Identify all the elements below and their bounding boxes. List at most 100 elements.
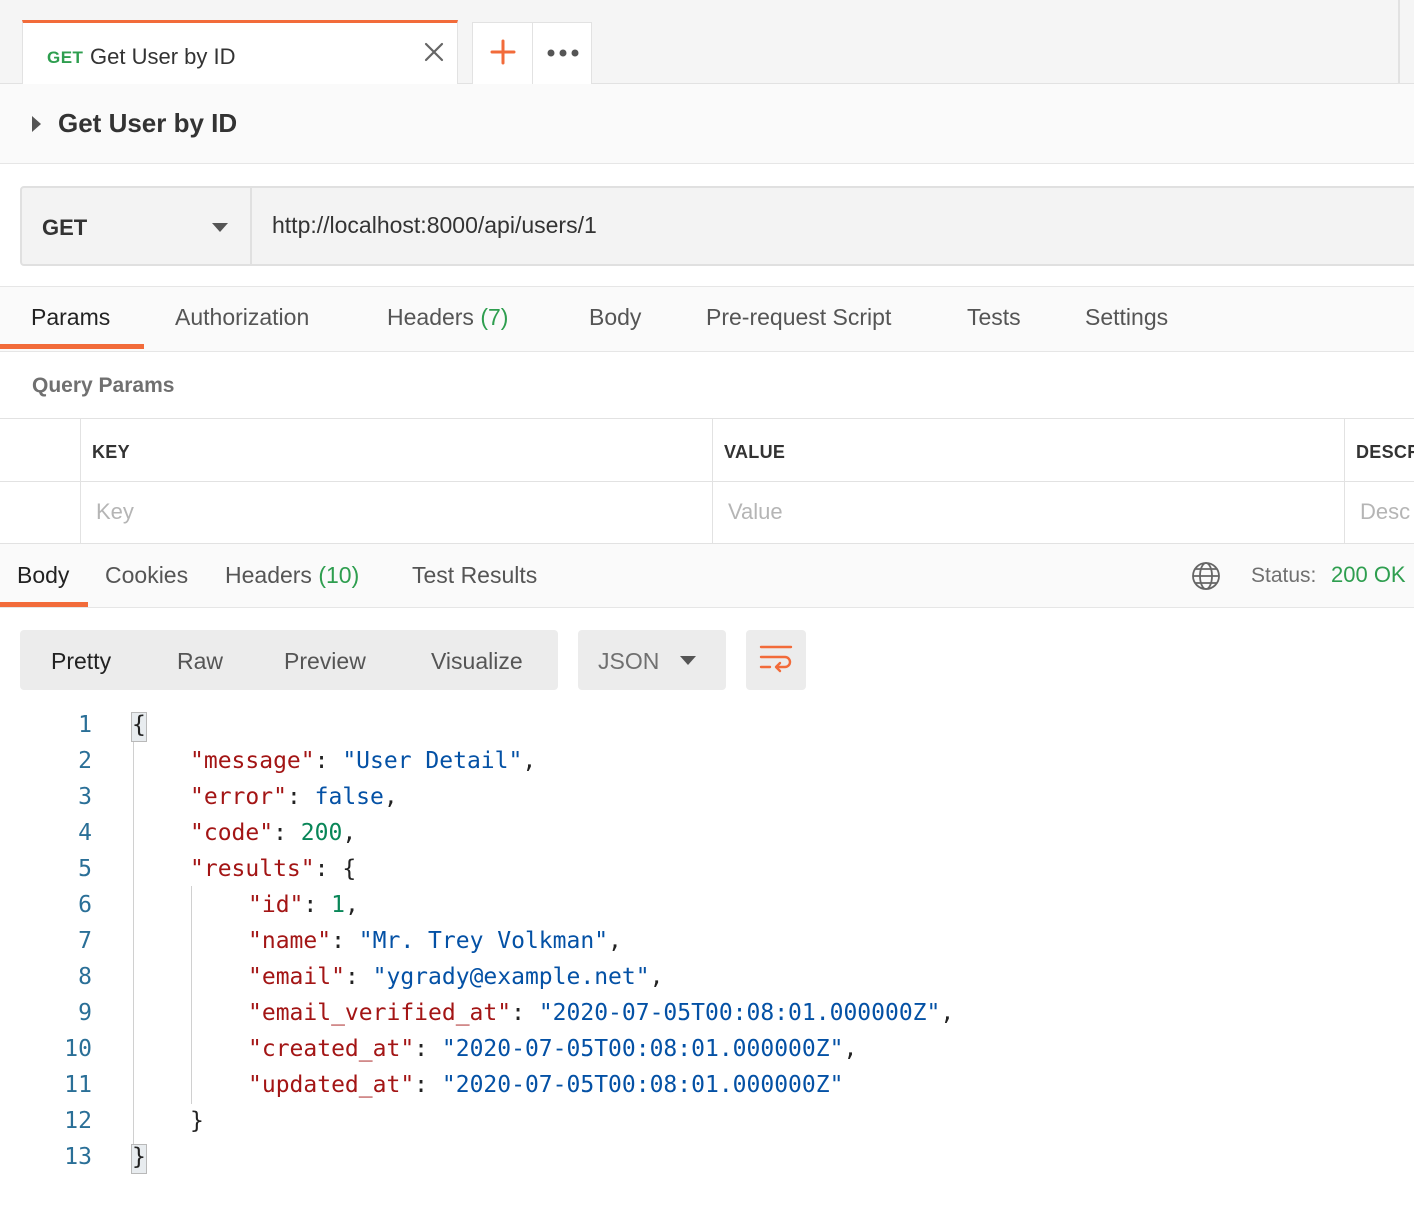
code-token: : { (314, 856, 357, 882)
tab-authorization[interactable]: Authorization (175, 304, 309, 331)
view-pretty-button[interactable]: Pretty (51, 648, 111, 675)
request-tab[interactable]: GET Get User by ID (22, 20, 458, 84)
code-token: : (331, 928, 359, 954)
line-number: 7 (78, 928, 92, 954)
code-line: "results": { (190, 856, 356, 882)
code-token: "updated_at" (248, 1072, 415, 1098)
wrap-lines-button[interactable] (746, 630, 806, 690)
status-value[interactable]: 200 OK (1331, 562, 1406, 588)
code-line: "created_at": "2020-07-05T00:08:01.00000… (248, 1036, 857, 1062)
tab-label: Headers (387, 304, 474, 330)
response-tab-test-results[interactable]: Test Results (412, 562, 537, 589)
tab-label: Settings (1085, 304, 1169, 330)
key-input[interactable]: Key (96, 499, 134, 525)
code-token: "email" (248, 964, 345, 990)
value-input[interactable]: Value (728, 499, 783, 525)
code-token: "results" (190, 856, 315, 882)
code-token: : (286, 784, 315, 810)
view-raw-button[interactable]: Raw (177, 648, 223, 675)
line-number: 8 (78, 964, 92, 990)
request-name[interactable]: Get User by ID (58, 108, 237, 139)
code-token: : (273, 820, 301, 846)
code-line: "email": "ygrady@example.net", (248, 964, 663, 990)
description-input[interactable]: Desc (1360, 499, 1410, 525)
view-visualize-button[interactable]: Visualize (431, 648, 523, 675)
tab-label: Headers (225, 562, 312, 588)
tab-label: Params (31, 304, 111, 330)
tab-label: Body (17, 562, 70, 588)
code-token: false (314, 784, 384, 810)
tab-label: Pre-request Script (706, 304, 892, 330)
code-token: "Mr. Trey Volkman" (358, 928, 609, 954)
line-number: 9 (78, 1000, 92, 1026)
tab-params[interactable]: Params (31, 304, 110, 331)
tab-count-badge: (7) (480, 304, 509, 330)
response-tab-cookies[interactable]: Cookies (105, 562, 188, 589)
method-select[interactable]: GET (22, 188, 252, 264)
line-number: 12 (64, 1108, 92, 1134)
tab-label: Test Results (412, 562, 538, 588)
code-line: "error": false, (190, 784, 398, 810)
wrap-lines-icon (759, 643, 793, 678)
code-token: : (314, 748, 343, 774)
line-number: 5 (78, 856, 92, 882)
code-token: "User Detail" (342, 748, 523, 774)
request-header: Get User by ID (0, 84, 1414, 164)
request-tabs: Params Authorization Headers (7) Body Pr… (0, 286, 1414, 352)
code-token: : (511, 1000, 539, 1026)
code-token: } (190, 1108, 204, 1134)
code-token: "code" (190, 820, 274, 846)
line-number: 1 (78, 712, 92, 738)
code-line: } (132, 1144, 146, 1170)
code-token: "name" (248, 928, 332, 954)
line-number: 2 (78, 748, 92, 774)
code-token: "id" (248, 892, 304, 918)
indent-guide (133, 742, 134, 1160)
chevron-down-icon (680, 656, 696, 665)
query-params-title: Query Params (32, 374, 175, 397)
indent-guide (191, 886, 192, 1104)
response-tab-body[interactable]: Body (17, 562, 69, 589)
column-header-key: KEY (92, 442, 130, 462)
code-line: "name": "Mr. Trey Volkman", (248, 928, 622, 954)
view-mode-group: Pretty Raw Preview Visualize (20, 630, 558, 690)
tab-tests[interactable]: Tests (967, 304, 1021, 331)
row-divider (0, 481, 1414, 482)
tab-label: Tests (967, 304, 1021, 330)
format-select[interactable]: JSON (578, 630, 726, 690)
tab-label: Authorization (175, 304, 310, 330)
code-token: , (843, 1036, 858, 1062)
tab-body[interactable]: Body (589, 304, 641, 331)
response-body-viewer[interactable]: 1 {2 "message": "User Detail", 3 "error": fa… (0, 708, 1414, 1188)
query-params-table: KEY VALUE DESCR Key Value Desc (0, 418, 1414, 544)
line-number: 11 (64, 1072, 92, 1098)
more-tabs-button[interactable] (533, 23, 593, 85)
url-input[interactable]: http://localhost:8000/api/users/1 (272, 212, 597, 239)
code-token: , (649, 964, 664, 990)
more-dots-icon (546, 45, 580, 63)
tab-headers[interactable]: Headers (7) (387, 304, 508, 331)
request-tab-method: GET (47, 48, 84, 67)
caret-right-icon[interactable] (32, 116, 41, 132)
response-tab-headers[interactable]: Headers (10) (225, 562, 359, 589)
column-header-value: VALUE (724, 442, 786, 462)
code-token: , (940, 1000, 955, 1026)
code-line: { (132, 712, 146, 738)
tab-settings[interactable]: Settings (1085, 304, 1168, 331)
new-tab-button[interactable] (473, 23, 533, 85)
code-line: "email_verified_at": "2020-07-05T00:08:0… (248, 1000, 954, 1026)
code-token: : (414, 1036, 442, 1062)
view-preview-button[interactable]: Preview (284, 648, 366, 675)
code-token: , (344, 892, 359, 918)
close-icon[interactable] (421, 39, 447, 65)
code-line: "id": 1, (248, 892, 359, 918)
globe-icon[interactable] (1190, 560, 1222, 592)
code-token: : (303, 892, 332, 918)
tab-pre-request-script[interactable]: Pre-request Script (706, 304, 891, 331)
method-select-value: GET (42, 215, 88, 240)
code-token: , (522, 748, 537, 774)
code-token: "ygrady@example.net" (372, 964, 650, 990)
tab-actions (472, 22, 593, 85)
code-token: "email_verified_at" (248, 1000, 512, 1026)
active-tab-indicator (0, 344, 144, 349)
